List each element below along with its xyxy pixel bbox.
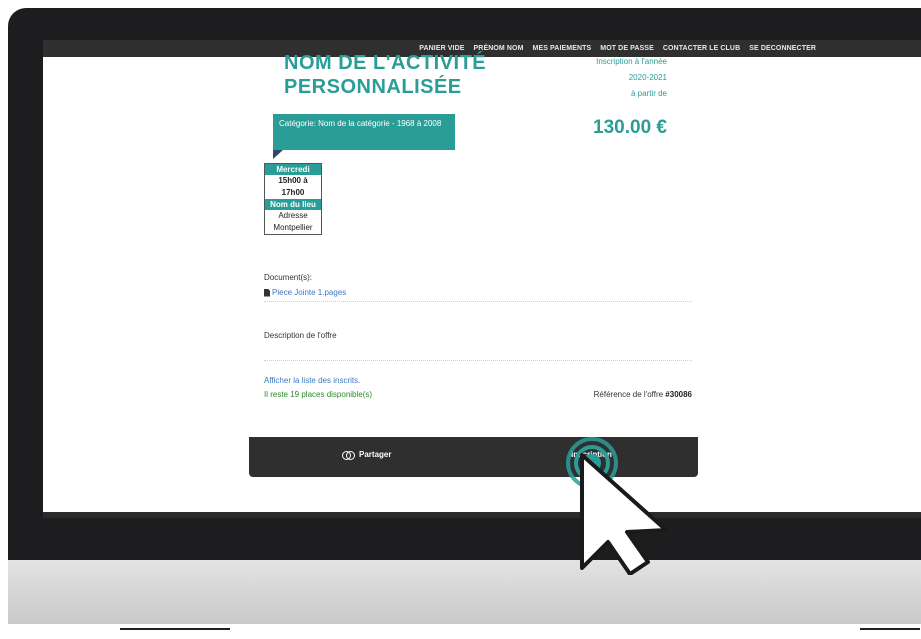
screen-bottom-edge xyxy=(43,512,921,518)
documents-label: Document(s): xyxy=(264,273,313,282)
schedule-day: Mercredi xyxy=(265,164,321,175)
enroll-label: Inscription à l'année xyxy=(596,57,667,66)
activity-title-line2: PERSONNALISÉE xyxy=(284,76,462,98)
activity-title-line1: NOM DE L'ACTIVITÉ xyxy=(284,52,487,74)
share-label: Partager xyxy=(359,450,392,459)
offer-description: Description de l'offre xyxy=(264,331,337,340)
share-button[interactable]: Partager xyxy=(342,450,392,460)
show-registrants-link[interactable]: Afficher la liste des inscrits. xyxy=(264,376,360,385)
monitor-stand-line xyxy=(120,628,230,630)
monitor-chin xyxy=(8,560,921,624)
place-address: Adresse xyxy=(278,211,308,220)
offer-reference-label: Référence de l'offre xyxy=(593,390,664,399)
file-icon xyxy=(264,288,270,297)
place-city: Montpellier xyxy=(273,223,313,232)
places-remaining: Il reste 19 places disponible(s) xyxy=(264,390,373,399)
schedule-time-start: 15h00 à xyxy=(278,176,308,185)
category-badge-tail xyxy=(273,150,283,159)
divider-2 xyxy=(264,360,692,361)
place-name: Nom du lieu xyxy=(265,199,321,210)
price: 130.00 € xyxy=(593,117,667,138)
document-link-text: Piece Jointe 1.pages xyxy=(272,288,347,297)
nav-contacter-le-club[interactable]: CONTACTER LE CLUB xyxy=(663,45,740,52)
season-label: 2020-2021 xyxy=(628,73,667,82)
schedule-time-end: 17h00 xyxy=(281,188,305,197)
from-label: à partir de xyxy=(630,89,667,98)
offer-reference-number: #30086 xyxy=(665,390,692,399)
schedule-box: Mercredi 15h00 à 17h00 Nom du lieu Adres… xyxy=(264,163,322,235)
offer-reference: Référence de l'offre #30086 xyxy=(594,390,692,399)
category-badge: Catégorie: Nom de la catégorie - 1968 à … xyxy=(273,114,455,150)
nav-mes-paiements[interactable]: MES PAIEMENTS xyxy=(533,45,592,52)
share-icon xyxy=(342,450,355,460)
nav-mot-de-passe[interactable]: MOT DE PASSE xyxy=(600,45,654,52)
nav-se-deconnecter[interactable]: SE DECONNECTER xyxy=(749,45,816,52)
document-link[interactable]: Piece Jointe 1.pages xyxy=(264,288,346,297)
cursor-arrow-icon xyxy=(580,453,668,575)
monitor-stand-line-right xyxy=(860,628,920,630)
divider xyxy=(264,301,692,302)
